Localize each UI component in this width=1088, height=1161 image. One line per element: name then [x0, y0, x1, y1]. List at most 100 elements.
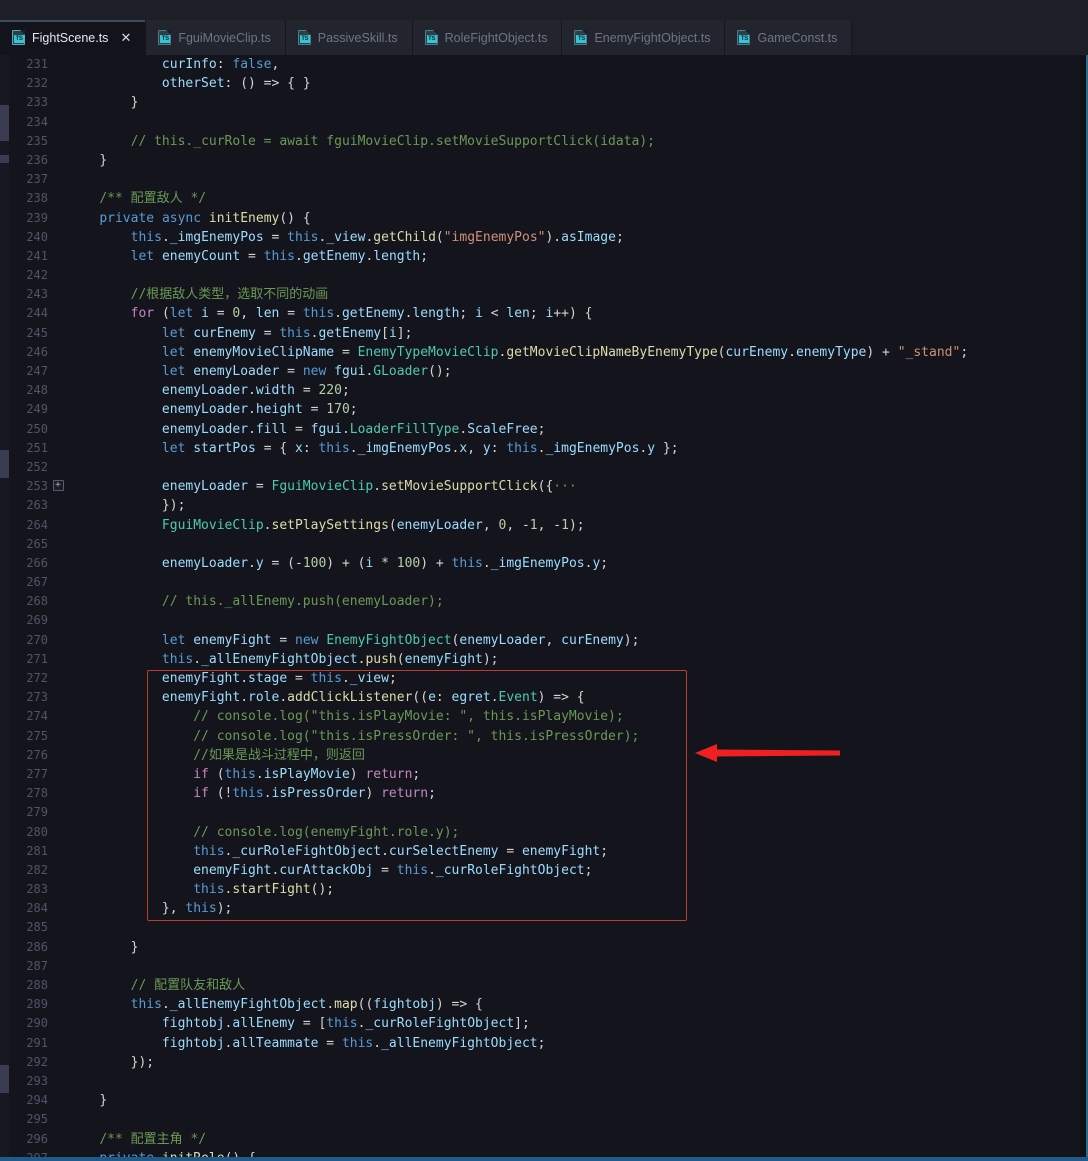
code-text: }: [130, 95, 139, 111]
editor-tab-gameconst-ts[interactable]: TS GameConst.ts: [725, 20, 853, 55]
code-line[interactable]: 245 let curEnemy = this.getEnemy[i];: [0, 324, 1088, 343]
line-number: 232: [26, 76, 48, 91]
code-text: let enemyFight = new EnemyFightObject(en…: [161, 632, 640, 648]
code-line[interactable]: 242: [0, 266, 1088, 285]
code-line[interactable]: 241 let enemyCount = this.getEnemy.lengt…: [0, 247, 1088, 266]
editor-tab-fightscene-ts[interactable]: TS FightScene.ts ✕: [0, 20, 147, 55]
code-line[interactable]: 271 this._allEnemyFightObject.push(enemy…: [0, 650, 1088, 669]
line-number: 278: [26, 786, 48, 801]
code-line[interactable]: 234: [0, 113, 1088, 132]
code-line[interactable]: 283 this.startFight();: [0, 880, 1088, 899]
code-line[interactable]: 278 if (!this.isPressOrder) return;: [0, 784, 1088, 803]
typescript-file-icon: TS: [424, 30, 438, 45]
code-line[interactable]: 277 if (this.isPlayMovie) return;: [0, 765, 1088, 784]
code-line[interactable]: 274 // console.log("this.isPlayMovie: ",…: [0, 707, 1088, 726]
code-line[interactable]: 233 }: [0, 93, 1088, 112]
code-line[interactable]: 253 + enemyLoader = FguiMovieClip.setMovi…: [0, 477, 1088, 496]
code-line[interactable]: 249 enemyLoader.height = 170;: [0, 400, 1088, 419]
code-line[interactable]: 240 this._imgEnemyPos = this._view.getCh…: [0, 228, 1088, 247]
code-line[interactable]: 286 }: [0, 938, 1088, 957]
code-line[interactable]: 266 enemyLoader.y = (-100) + (i * 100) +…: [0, 554, 1088, 573]
code-text: enemyLoader = FguiMovieClip.setMovieSupp…: [161, 479, 577, 495]
line-number: 238: [26, 191, 48, 206]
line-number: 237: [26, 172, 48, 187]
code-line[interactable]: 281 this._curRoleFightObject.curSelectEn…: [0, 842, 1088, 861]
line-number: 235: [26, 133, 48, 148]
code-line[interactable]: 243 //根据敌人类型，选取不同的动画: [0, 285, 1088, 304]
code-line[interactable]: 290 fightobj.allEnemy = [this._curRoleFi…: [0, 1014, 1088, 1033]
code-line[interactable]: 292 });: [0, 1053, 1088, 1072]
code-line[interactable]: 296 /** 配置主角 */: [0, 1130, 1088, 1149]
code-line[interactable]: 288 // 配置队友和敌人: [0, 976, 1088, 995]
code-text: // console.log("this.isPlayMovie: ", thi…: [193, 709, 624, 725]
code-line[interactable]: 265: [0, 535, 1088, 554]
code-line[interactable]: 250 enemyLoader.fill = fgui.LoaderFillTy…: [0, 420, 1088, 439]
code-line[interactable]: 247 let enemyLoader = new fgui.GLoader()…: [0, 362, 1088, 381]
code-line[interactable]: 267: [0, 573, 1088, 592]
line-number: 282: [26, 862, 48, 877]
line-number: 252: [26, 459, 48, 474]
line-number: 291: [26, 1035, 48, 1050]
code-line[interactable]: 264 FguiMovieClip.setPlaySettings(enemyL…: [0, 516, 1088, 535]
code-text: let enemyCount = this.getEnemy.length;: [130, 248, 429, 264]
code-line[interactable]: 252: [0, 458, 1088, 477]
code-line[interactable]: 268 // this._allEnemy.push(enemyLoader);: [0, 592, 1088, 611]
code-text: for (let i = 0, len = this.getEnemy.leng…: [130, 306, 593, 322]
code-text: let startPos = { x: this._imgEnemyPos.x,…: [161, 440, 679, 456]
code-text: let enemyLoader = new fgui.GLoader();: [161, 364, 452, 379]
code-line[interactable]: 295: [0, 1110, 1088, 1129]
line-number: 296: [26, 1131, 48, 1146]
code-line[interactable]: 273 enemyFight.role.addClickListener((e:…: [0, 688, 1088, 707]
code-line[interactable]: 269: [0, 611, 1088, 630]
code-line[interactable]: 239 private async initEnemy() {: [0, 209, 1088, 228]
code-text: /** 配置敌人 */: [99, 191, 207, 207]
code-line[interactable]: 248 enemyLoader.width = 220;: [0, 381, 1088, 400]
editor-tab-rolefightobject-ts[interactable]: TS RoleFightObject.ts: [412, 20, 563, 55]
code-line[interactable]: 246 let enemyMovieClipName = EnemyTypeMo…: [0, 343, 1088, 362]
horizontal-scrollbar[interactable]: [0, 1157, 1088, 1161]
line-number: 281: [26, 843, 48, 858]
code-line[interactable]: 231 curInfo: false,: [0, 55, 1088, 74]
editor-tab-label: GameConst.ts: [757, 30, 838, 45]
code-line[interactable]: 289 this._allEnemyFightObject.map((fight…: [0, 995, 1088, 1014]
code-line[interactable]: 291 fightobj.allTeammate = this._allEnem…: [0, 1034, 1088, 1053]
editor-pane[interactable]: 231 curInfo: false, 232 otherSet: () => {…: [0, 55, 1088, 1158]
code-text: fightobj.allEnemy = [this._curRoleFightO…: [161, 1016, 530, 1032]
code-line[interactable]: 293: [0, 1072, 1088, 1091]
code-line[interactable]: 282 enemyFight.curAttackObj = this._curR…: [0, 861, 1088, 880]
close-icon[interactable]: ✕: [120, 31, 131, 44]
editor-tab-passiveskill-ts[interactable]: TS PassiveSkill.ts: [285, 20, 413, 55]
editor-tab-enemyfightobject-ts[interactable]: TS EnemyFightObject.ts: [562, 20, 726, 55]
code-line[interactable]: 236 }: [0, 151, 1088, 170]
code-line[interactable]: 285: [0, 918, 1088, 937]
line-number: 294: [26, 1093, 48, 1108]
code-line[interactable]: 238 /** 配置敌人 */: [0, 189, 1088, 208]
code-line[interactable]: 294 }: [0, 1091, 1088, 1110]
line-number: 288: [26, 978, 48, 992]
code-line[interactable]: 279: [0, 803, 1088, 822]
line-number: 248: [26, 383, 48, 398]
code-line[interactable]: 272 enemyFight.stage = this._view;: [0, 669, 1088, 688]
code-line[interactable]: 276 //如果是战斗过程中，则返回: [0, 746, 1088, 765]
code-line[interactable]: 270 let enemyFight = new EnemyFightObjec…: [0, 631, 1088, 650]
line-number: 231: [26, 57, 48, 71]
code-line[interactable]: 232 otherSet: () => { }: [0, 74, 1088, 93]
editor-tab-fguimovieclip-ts[interactable]: TS FguiMovieClip.ts: [146, 20, 286, 55]
code-line[interactable]: 235 // this._curRole = await fguiMovieCl…: [0, 132, 1088, 151]
fold-expand-icon[interactable]: +: [48, 477, 68, 496]
code-line[interactable]: 280 // console.log(enemyFight.role.y);: [0, 823, 1088, 842]
line-number: 250: [26, 421, 48, 436]
code-line[interactable]: 251 let startPos = { x: this._imgEnemyPo…: [0, 439, 1088, 458]
line-number: 271: [26, 651, 48, 666]
line-number: 279: [26, 805, 48, 820]
code-line[interactable]: 275 // console.log("this.isPressOrder: "…: [0, 727, 1088, 746]
code-line[interactable]: 244 for (let i = 0, len = this.getEnemy.…: [0, 304, 1088, 323]
code-line[interactable]: 287: [0, 957, 1088, 976]
line-number: 253: [26, 479, 48, 494]
code-line[interactable]: 284 }, this);: [0, 899, 1088, 918]
code-line[interactable]: 237: [0, 170, 1088, 189]
code-line[interactable]: 263 });: [0, 496, 1088, 515]
code-text: if (this.isPlayMovie) return;: [193, 766, 421, 782]
